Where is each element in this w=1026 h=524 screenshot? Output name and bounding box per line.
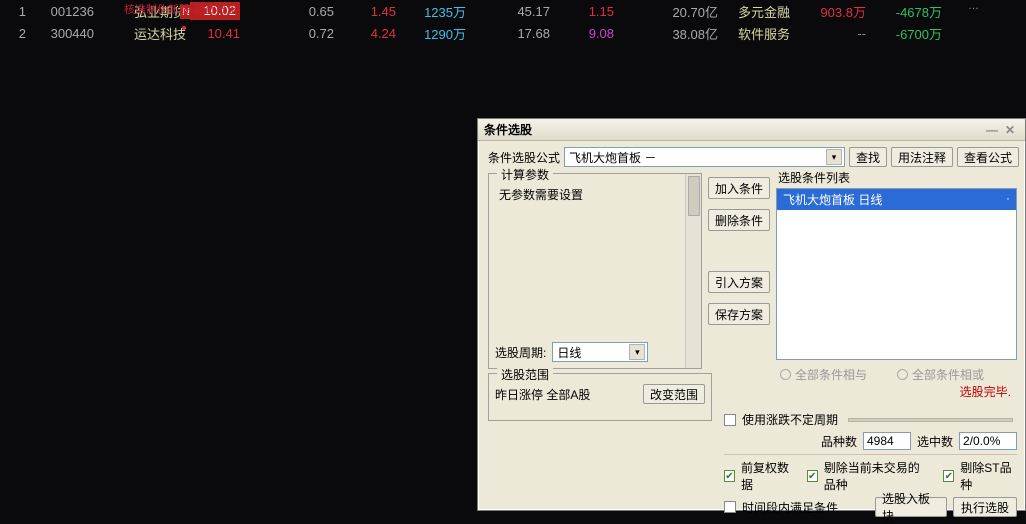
search-button[interactable]: 查找 [849, 147, 887, 167]
radio-or-label: 全部条件相或 [912, 366, 984, 383]
scrollbar[interactable] [685, 174, 701, 368]
status-text: 选股完毕. [776, 383, 1017, 400]
industry: 多元金融 [722, 2, 794, 21]
fq-label: 前复权数据 [741, 459, 795, 493]
period-select[interactable]: 日线 ▾ [552, 342, 648, 362]
filter-dialog: 条件选股 — ✕ 条件选股公式 飞机大炮首板 － ▾ 查找 用法注释 查看公式 … [477, 118, 1026, 511]
change: 0.72 [244, 26, 338, 41]
industry: 软件服务 [722, 24, 794, 43]
pct-change: 4.24 [338, 26, 400, 41]
list-item-text: 飞机大炮首板 日线 [783, 191, 882, 208]
col-a: 903.8万 [794, 2, 870, 21]
range-fieldset: 选股范围 昨日涨停 全部A股 改变范围 [488, 373, 712, 421]
save-plan-button[interactable]: 保存方案 [708, 303, 770, 325]
hit-value: 2/0.0% [959, 432, 1017, 450]
var-period-label: 使用涨跌不定周期 [742, 411, 838, 428]
pct-change: 1.45 [338, 4, 400, 19]
name-text: 运达科技 [134, 27, 186, 42]
change: 0.65 [244, 4, 338, 19]
list-item-dot-icon: · [1006, 191, 1010, 208]
volume: 1290万 [400, 24, 470, 43]
delete-condition-button[interactable]: 删除条件 [708, 209, 770, 231]
range-text: 昨日涨停 全部A股 [495, 386, 590, 403]
period-label: 选股周期: [495, 344, 546, 361]
excl-st-label: 剔除ST品种 [960, 459, 1017, 493]
period-value: 日线 [557, 344, 581, 361]
divider [724, 454, 1017, 455]
table-row[interactable]: 核准制伪新股·期货概念 1 001236 弘业期货 N 10.02 0.65 1… [0, 0, 1026, 22]
free-float: 17.68 [470, 26, 554, 41]
checkbox-fq[interactable]: ✔ [724, 470, 735, 482]
add-condition-button[interactable]: 加入条件 [708, 177, 770, 199]
radio-or[interactable]: 全部条件相或 [897, 366, 984, 383]
price-cell: 10.41 [190, 26, 244, 41]
radio-icon [897, 369, 908, 380]
minimize-icon[interactable]: — [983, 123, 1001, 137]
params-legend: 计算参数 [497, 166, 553, 183]
checkbox-var-period[interactable] [724, 414, 736, 426]
col-b: -6700万 [870, 24, 946, 43]
stock-name: 运达科技 [98, 24, 190, 43]
period-slider[interactable] [848, 418, 1013, 422]
formula-value: 飞机大炮首板 － [569, 149, 656, 166]
checkbox-excl-nt[interactable]: ✔ [807, 470, 818, 482]
overlay-tag: 核准制伪新股·期货概念 [124, 1, 242, 17]
import-plan-button[interactable]: 引入方案 [708, 271, 770, 293]
params-fieldset: 计算参数 无参数需要设置 选股周期: 日线 ▾ [488, 173, 702, 369]
marketcap: 38.08亿 [618, 24, 722, 43]
count-value: 4984 [863, 432, 911, 450]
dialog-title: 条件选股 [484, 121, 532, 138]
condition-listbox[interactable]: 飞机大炮首板 日线 · [776, 188, 1017, 360]
excl-nt-label: 剔除当前未交易的品种 [824, 459, 932, 493]
col-a: -- [794, 26, 870, 41]
hit-label: 选中数 [917, 433, 953, 450]
marketcap: 20.70亿 [618, 2, 722, 21]
checkbox-excl-st[interactable]: ✔ [943, 470, 954, 482]
to-block-button[interactable]: 选股入板块 [875, 497, 947, 517]
range-legend: 选股范围 [497, 366, 553, 383]
turnover: 1.15 [554, 4, 618, 19]
condition-list-label: 选股条件列表 [778, 169, 1017, 186]
scroll-thumb[interactable] [688, 176, 700, 216]
change-range-button[interactable]: 改变范围 [643, 384, 705, 404]
stock-table: 核准制伪新股·期货概念 1 001236 弘业期货 N 10.02 0.65 1… [0, 0, 1026, 44]
view-formula-button[interactable]: 查看公式 [957, 147, 1019, 167]
time-label: 时间段内满足条件 [742, 499, 838, 516]
run-filter-button[interactable]: 执行选股 [953, 497, 1017, 517]
formula-combo[interactable]: 飞机大炮首板 － ▾ [564, 147, 845, 167]
chevron-down-icon[interactable]: ▾ [629, 344, 645, 360]
free-float: 45.17 [470, 4, 554, 19]
table-row[interactable]: 2 300440 运达科技 10.41 0.72 4.24 1290万 17.6… [0, 22, 1026, 44]
titlebar[interactable]: 条件选股 — ✕ [478, 119, 1025, 141]
usage-button[interactable]: 用法注释 [891, 147, 953, 167]
radio-and-label: 全部条件相与 [795, 366, 867, 383]
checkbox-time[interactable] [724, 501, 736, 513]
radio-icon [780, 369, 791, 380]
no-params-text: 无参数需要设置 [495, 182, 695, 207]
stock-code: 001236 [30, 4, 98, 19]
row-index: 2 [0, 26, 30, 41]
col-b: -4678万 [870, 2, 946, 21]
radio-and[interactable]: 全部条件相与 [780, 366, 867, 383]
close-icon[interactable]: ✕ [1001, 123, 1019, 137]
dot-icon [182, 26, 186, 30]
row-index: 1 [0, 4, 30, 19]
turnover: 9.08 [554, 26, 618, 41]
stock-code: 300440 [30, 26, 98, 41]
volume: 1235万 [400, 2, 470, 21]
list-item[interactable]: 飞机大炮首板 日线 · [777, 189, 1016, 210]
formula-label: 条件选股公式 [488, 149, 560, 166]
chevron-down-icon[interactable]: ▾ [826, 149, 842, 165]
count-label: 品种数 [821, 433, 857, 450]
